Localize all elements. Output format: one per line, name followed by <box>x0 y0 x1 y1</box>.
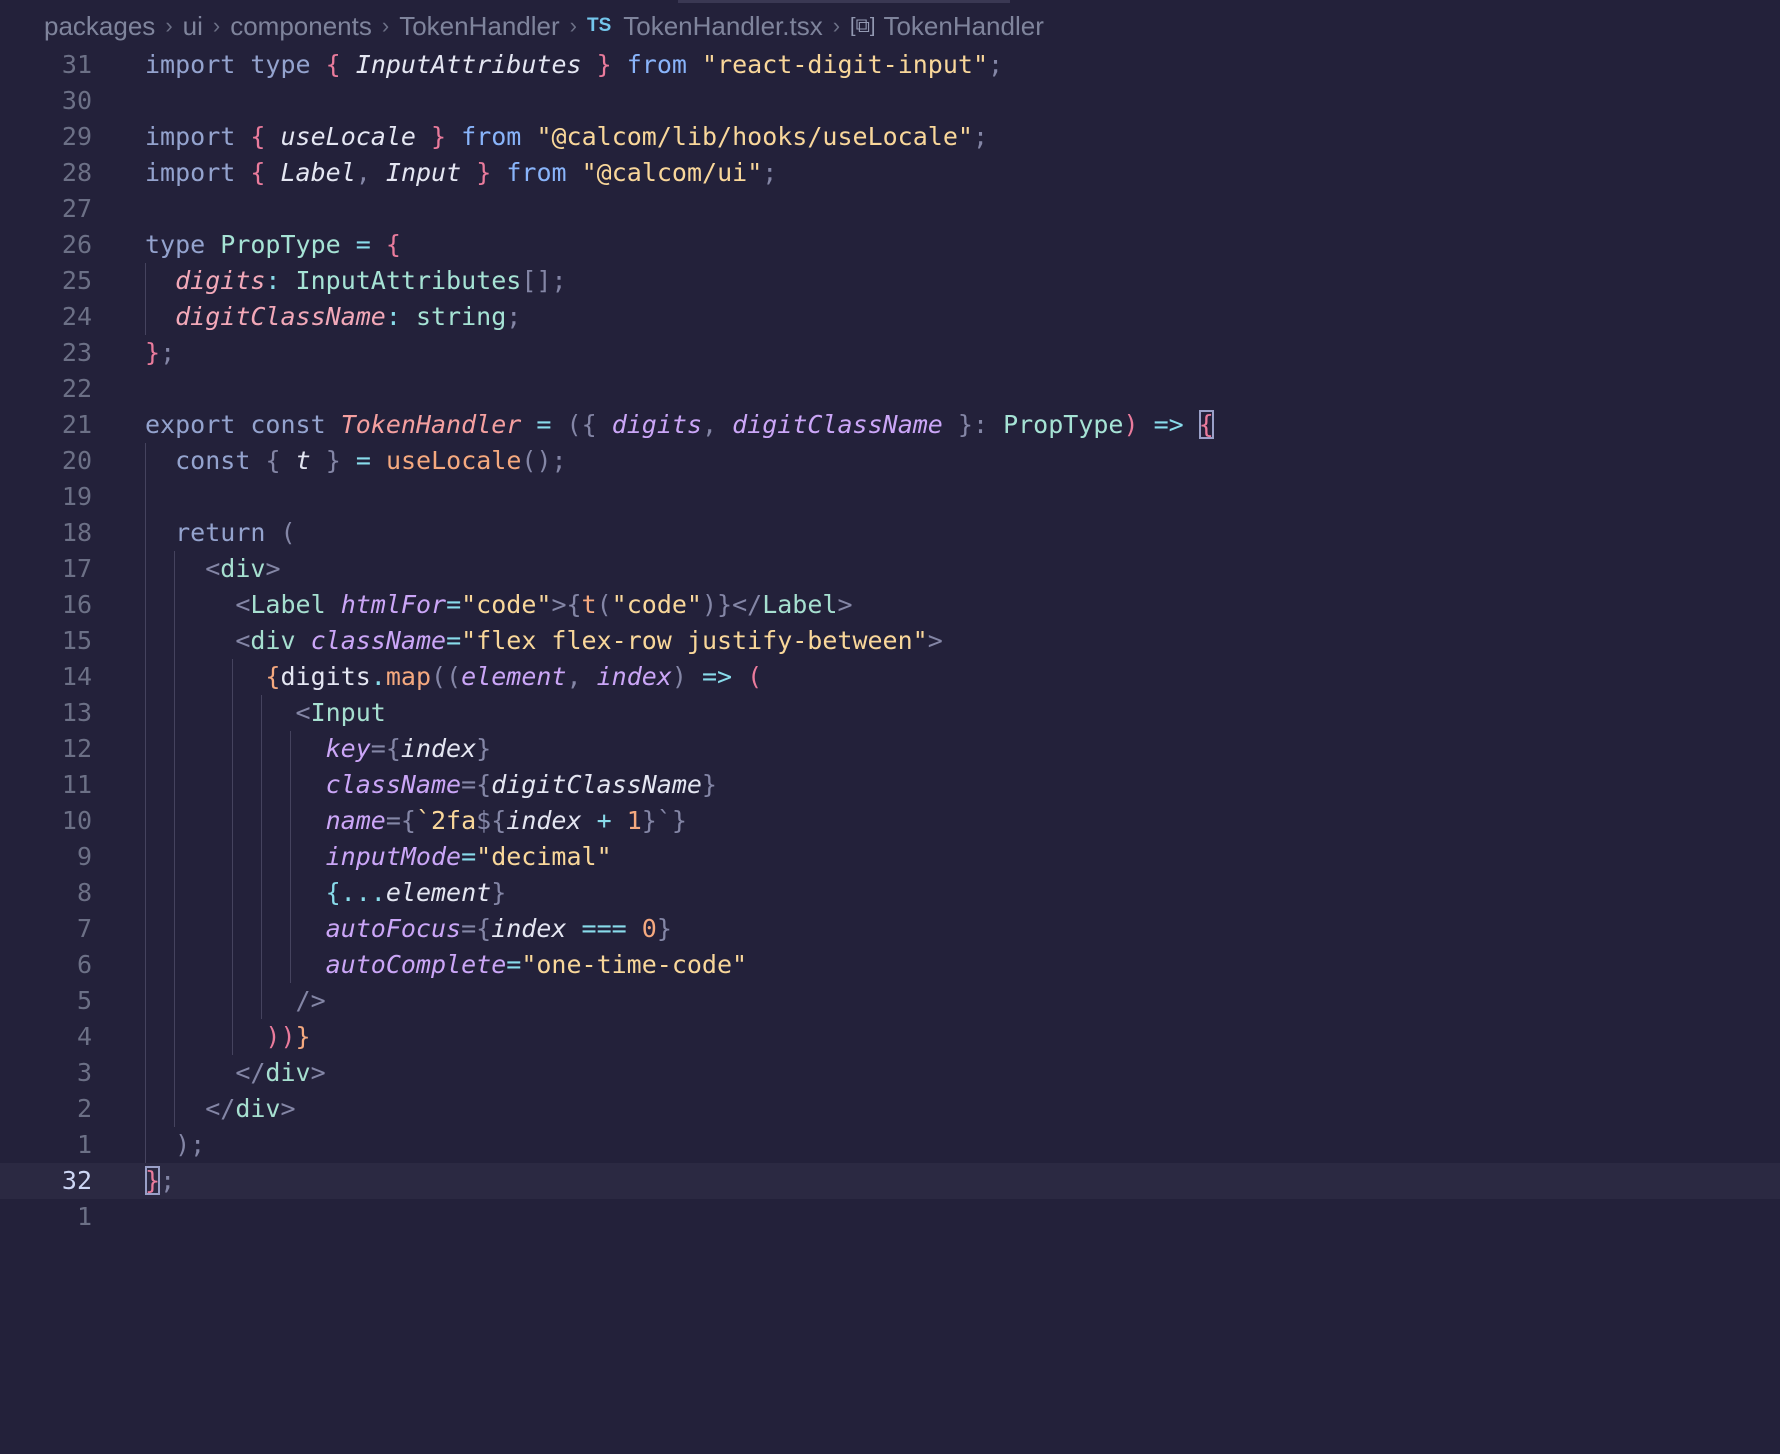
code-line[interactable]: 3 </div> <box>0 1055 1780 1091</box>
line-number: 7 <box>76 914 92 943</box>
code-line[interactable]: 5 /> <box>0 983 1780 1019</box>
code-line[interactable]: 6 autoComplete="one-time-code" <box>0 947 1780 983</box>
line-number: 20 <box>61 446 92 475</box>
code-line[interactable]: 7 autoFocus={index === 0} <box>0 911 1780 947</box>
line-number: 30 <box>61 86 92 115</box>
line-number: 13 <box>61 698 92 727</box>
bracket-match-highlight: } <box>145 1166 161 1195</box>
code-line[interactable]: 12 key={index} <box>0 731 1780 767</box>
line-number: 16 <box>61 590 92 619</box>
code-line[interactable]: 24 digitClassName: string; <box>0 299 1780 335</box>
typescript-file-icon: TS <box>586 15 612 36</box>
line-number: 6 <box>76 950 92 979</box>
code-line[interactable]: 29 import { useLocale } from "@calcom/lib… <box>0 119 1780 155</box>
chevron-right-icon: › <box>569 13 577 38</box>
chevron-right-icon: › <box>165 13 173 38</box>
code-line[interactable]: 2 </div> <box>0 1091 1780 1127</box>
code-line[interactable]: 9 inputMode="decimal" <box>0 839 1780 875</box>
chevron-right-icon: › <box>832 13 841 38</box>
line-number: 24 <box>61 302 92 331</box>
breadcrumb-item-tokenhandler[interactable]: TokenHandler <box>399 11 559 42</box>
breadcrumb-symbol[interactable]: TokenHandler <box>883 11 1043 42</box>
line-number: 28 <box>61 158 92 187</box>
line-number: 17 <box>61 554 92 583</box>
code-line[interactable]: 25 digits: InputAttributes[]; <box>0 263 1780 299</box>
code-line[interactable]: 20 const { t } = useLocale(); <box>0 443 1780 479</box>
line-number: 4 <box>76 1022 92 1051</box>
code-line[interactable]: 16 <Label htmlFor="code">{t("code")}</La… <box>0 587 1780 623</box>
line-number: 1 <box>76 1130 92 1159</box>
code-line[interactable]: 31 import type { InputAttributes } from "… <box>0 47 1780 83</box>
line-number: 5 <box>76 986 92 1015</box>
line-number: 25 <box>61 266 92 295</box>
line-number: 29 <box>61 122 92 151</box>
code-line[interactable]: 19 <box>0 479 1780 515</box>
line-number: 15 <box>61 626 92 655</box>
line-number: 31 <box>61 50 92 79</box>
code-line[interactable]: 13 <Input <box>0 695 1780 731</box>
symbol-variable-icon: [⧉] <box>850 14 876 37</box>
line-number: 14 <box>61 662 92 691</box>
code-line[interactable]: 30 <box>0 83 1780 119</box>
line-number: 11 <box>61 770 92 799</box>
line-number: 22 <box>61 374 92 403</box>
code-line[interactable]: 14 {digits.map((element, index) => ( <box>0 659 1780 695</box>
bracket-match-highlight: { <box>1198 410 1214 439</box>
line-number: 8 <box>76 878 92 907</box>
code-editor[interactable]: 31 import type { InputAttributes } from "… <box>0 47 1780 1235</box>
breadcrumb-item-packages[interactable]: packages <box>44 11 155 42</box>
line-number: 10 <box>61 806 92 835</box>
code-line[interactable]: 22 <box>0 371 1780 407</box>
line-number: 26 <box>61 230 92 259</box>
chevron-right-icon: › <box>212 13 221 38</box>
line-number: 23 <box>61 338 92 367</box>
code-line[interactable]: 8 {...element} <box>0 875 1780 911</box>
code-line[interactable]: 15 <div className="flex flex-row justify… <box>0 623 1780 659</box>
breadcrumb: packages › ui › components › TokenHandle… <box>44 0 1044 52</box>
line-number: 18 <box>61 518 92 547</box>
breadcrumb-item-components[interactable]: components <box>230 11 372 42</box>
code-line[interactable]: 18 return ( <box>0 515 1780 551</box>
code-line[interactable]: 4 ))} <box>0 1019 1780 1055</box>
code-line[interactable]: 26 type PropType = { <box>0 227 1780 263</box>
line-number: 19 <box>61 482 92 511</box>
line-number-current: 32 <box>61 1166 92 1195</box>
line-number: 21 <box>61 410 92 439</box>
code-line[interactable]: 27 <box>0 191 1780 227</box>
line-number: 27 <box>61 194 92 223</box>
line-number: 9 <box>76 842 92 871</box>
code-line[interactable]: 11 className={digitClassName} <box>0 767 1780 803</box>
chevron-right-icon: › <box>381 13 390 38</box>
breadcrumb-item-ui[interactable]: ui <box>183 11 203 42</box>
line-number: 1 <box>76 1202 92 1231</box>
line-number: 12 <box>61 734 92 763</box>
code-line[interactable]: 17 <div> <box>0 551 1780 587</box>
code-line[interactable]: 1 ); <box>0 1127 1780 1163</box>
code-line-current[interactable]: 32}; <box>0 1163 1780 1199</box>
code-line[interactable]: 21 export const TokenHandler = ({ digits,… <box>0 407 1780 443</box>
line-number: 3 <box>76 1058 92 1087</box>
breadcrumb-file[interactable]: TokenHandler.tsx <box>623 11 822 42</box>
code-line[interactable]: 28 import { Label, Input } from "@calcom/… <box>0 155 1780 191</box>
code-line[interactable]: 10 name={`2fa${index + 1}`} <box>0 803 1780 839</box>
code-line[interactable]: 23}; <box>0 335 1780 371</box>
line-number: 2 <box>76 1094 92 1123</box>
code-line[interactable]: 1 <box>0 1199 1780 1235</box>
